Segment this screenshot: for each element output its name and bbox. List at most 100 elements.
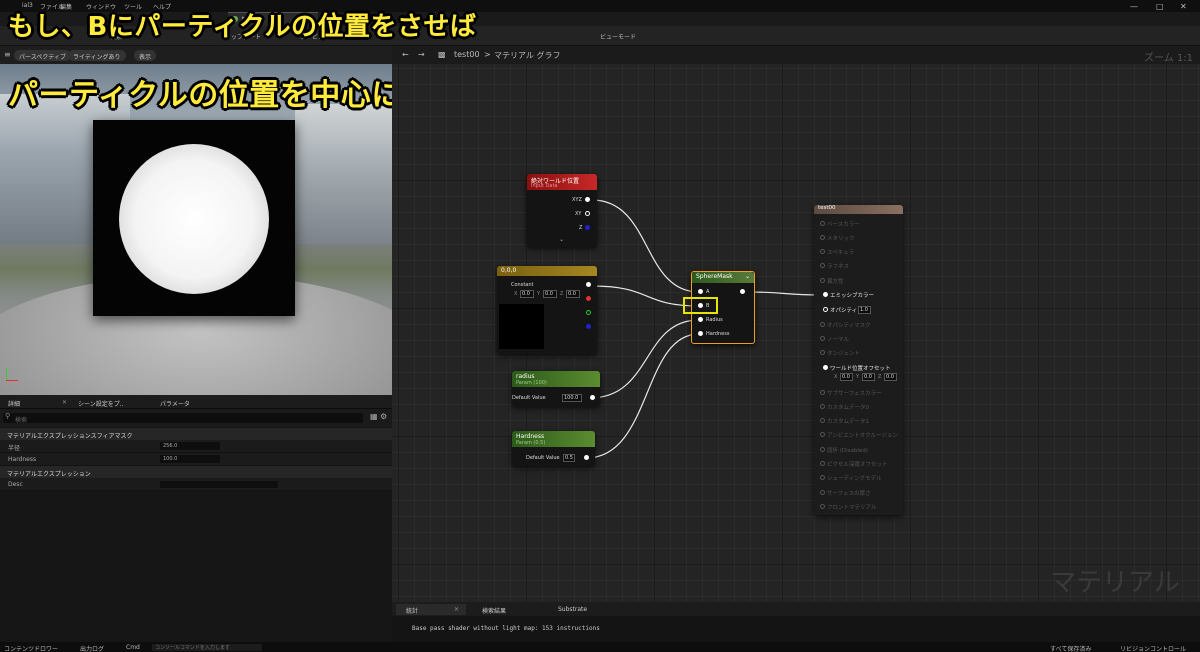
output-row-thickness[interactable]: サーフェスの厚さ [820,489,871,497]
gear-icon[interactable]: ⚙ [380,412,387,421]
node-radius-param[interactable]: radius Param (100) Default Value 100.0 [512,371,600,406]
output-pin-b[interactable] [586,324,591,329]
output-row-wpo[interactable]: ワールド位置オフセット [823,364,891,372]
output-row-anisotropy[interactable]: 異方性 [820,277,844,285]
node-world-position[interactable]: 絶対ワールド位置 Input Data XYZ XY Z ⌄ [527,174,597,247]
node-title: 0,0,0 [501,267,517,274]
chevron-down-icon[interactable]: ⌄ [745,273,750,280]
pin-label: Radius [706,317,723,323]
node-title: Hardness [516,433,545,440]
output-row-ao[interactable]: アンビエントオクルージョン [820,431,898,439]
output-row-tangent[interactable]: タンジェント [820,349,860,357]
input-pin-hardness[interactable] [698,331,703,336]
output-row-custom0[interactable]: カスタムデータ0 [820,403,869,411]
node-subtitle: Param (100) [516,380,547,386]
pin-label: Default Value [526,455,560,461]
tab-stats[interactable]: 統計 [406,606,418,615]
output-log-button[interactable]: 出力ログ [80,644,104,652]
desc-input[interactable] [160,481,278,488]
constant-y-field[interactable]: 0.0 [543,290,557,298]
close-icon[interactable]: ✕ [454,606,459,613]
input-pin-a[interactable] [698,289,703,294]
constant-x-field[interactable]: 0.0 [520,290,534,298]
save-status[interactable]: すべて保存済み [1050,644,1091,652]
input-pin-radius[interactable] [698,317,703,322]
maximize-icon[interactable]: □ [1156,2,1164,11]
details-search-input[interactable]: 検索 [3,413,363,424]
output-row-emissive[interactable]: エミッシブカラー [823,291,874,299]
tab-substrate[interactable]: Substrate [558,606,587,613]
minimize-icon[interactable]: — [1130,2,1138,11]
output-row-opacity[interactable]: オパシティ [823,306,857,314]
viewport-toolbar: ≡ パースペクティブ ライティングあり 表示 [0,46,392,64]
output-pin[interactable] [590,395,595,400]
console-command-input[interactable]: コンソールコマンドを入力します [152,644,262,651]
content-drawer-button[interactable]: コンテンツドロワー [4,644,58,652]
unreal-material-editor: ial3 ファイル 編集 ウィンドウ ツール ヘルプ — □ ✕ test00 … [0,0,1200,652]
tab-search-results[interactable]: 検索結果 [482,606,506,615]
node-constant3[interactable]: 0,0,0 Constant X 0.0 Y 0.0 Z 0.0 [497,266,597,354]
output-pin-g[interactable] [586,310,591,315]
prop-label: Desc [8,481,23,488]
wpo-x-field[interactable]: 0.0 [840,373,853,381]
hamburger-icon[interactable]: ≡ [4,50,11,59]
output-row-opacity-mask[interactable]: オパシティマスク [820,321,871,329]
output-row-custom1[interactable]: カスタムデータ1 [820,417,869,425]
table-view-icon[interactable]: ▦ [370,412,378,421]
output-row-front-material[interactable]: フロントマテリアル [820,503,876,511]
pin-label: Constant [511,282,534,288]
axis-label: Z [560,291,564,297]
node-subtitle: Param (0.5) [516,440,546,446]
output-row-subsurface[interactable]: サブサーフェスカラー [820,389,882,397]
wire-xyz-to-a [591,199,700,293]
output-row-roughness[interactable]: ラフネス [820,262,849,270]
wire-to-emissive [747,291,823,296]
output-row-pixel-depth[interactable]: ピクセル深度オフセット [820,460,888,468]
output-row-metallic[interactable]: メタリック [820,234,855,242]
prop-value-field[interactable]: 256.0 [160,442,220,450]
output-row-refraction[interactable]: 屈折 (Disabled) [820,446,868,454]
source-control-button[interactable]: リビジョンコントロール [1120,644,1186,652]
prop-row-radius: 半径 256.0 [0,440,392,453]
output-row-base-color[interactable]: ベースカラー [820,220,860,228]
view-mode-button[interactable]: ビューモード [600,32,636,41]
axis-x-icon [6,380,18,381]
node-header: 絶対ワールド位置 Input Data [527,174,597,190]
tab-scene-settings[interactable]: シーン設定をプ.. [78,399,124,408]
output-row-shading-model[interactable]: シェーディングモデル [820,474,882,482]
show-button[interactable]: 表示 [134,50,157,61]
wpo-z-field[interactable]: 0.0 [884,373,897,381]
tab-details[interactable]: 詳細 [8,399,20,408]
output-row-normal[interactable]: ノーマル [820,335,849,343]
output-pin[interactable] [740,289,745,294]
close-icon[interactable]: ✕ [62,399,67,406]
lighting-button[interactable]: ライティングあり [68,50,126,61]
node-title: test00 [818,205,836,211]
category-sphere-mask[interactable]: マテリアルエクスプレッションスフィアマスク [0,428,392,440]
close-icon[interactable]: ✕ [1180,2,1187,11]
prop-label: 半径 [8,445,21,452]
axis-label: X [514,291,518,297]
constant-z-field[interactable]: 0.0 [566,290,580,298]
node-hardness-param[interactable]: Hardness Param (0.5) Default Value 0.5 [512,431,595,466]
node-subtitle: Input Data [531,183,558,189]
hardness-value-field[interactable]: 0.5 [563,454,575,462]
wpo-y-field[interactable]: 0.0 [862,373,875,381]
output-pin-xy[interactable] [585,211,590,216]
output-pin-r[interactable] [586,296,591,301]
output-pin[interactable] [584,455,589,460]
opacity-value-field[interactable]: 1.0 [858,306,871,314]
perspective-button[interactable]: パースペクティブ [14,50,71,61]
tab-parameters[interactable]: パラメータ [160,399,190,408]
output-pin-rgb[interactable] [586,282,591,287]
output-pin-z[interactable] [585,225,590,230]
prop-value-field[interactable]: 100.0 [160,455,220,463]
radius-value-field[interactable]: 100.0 [562,394,582,402]
cmd-dropdown[interactable]: Cmd [126,644,140,651]
pin-label: XYZ [572,197,582,203]
prop-label: Hardness [8,456,37,463]
category-material-expression[interactable]: マテリアルエクスプレッション [0,466,392,478]
output-pin-xyz[interactable] [585,197,590,202]
output-row-specular[interactable]: スペキュラ [820,248,854,256]
chevron-down-icon[interactable]: ⌄ [559,236,564,243]
